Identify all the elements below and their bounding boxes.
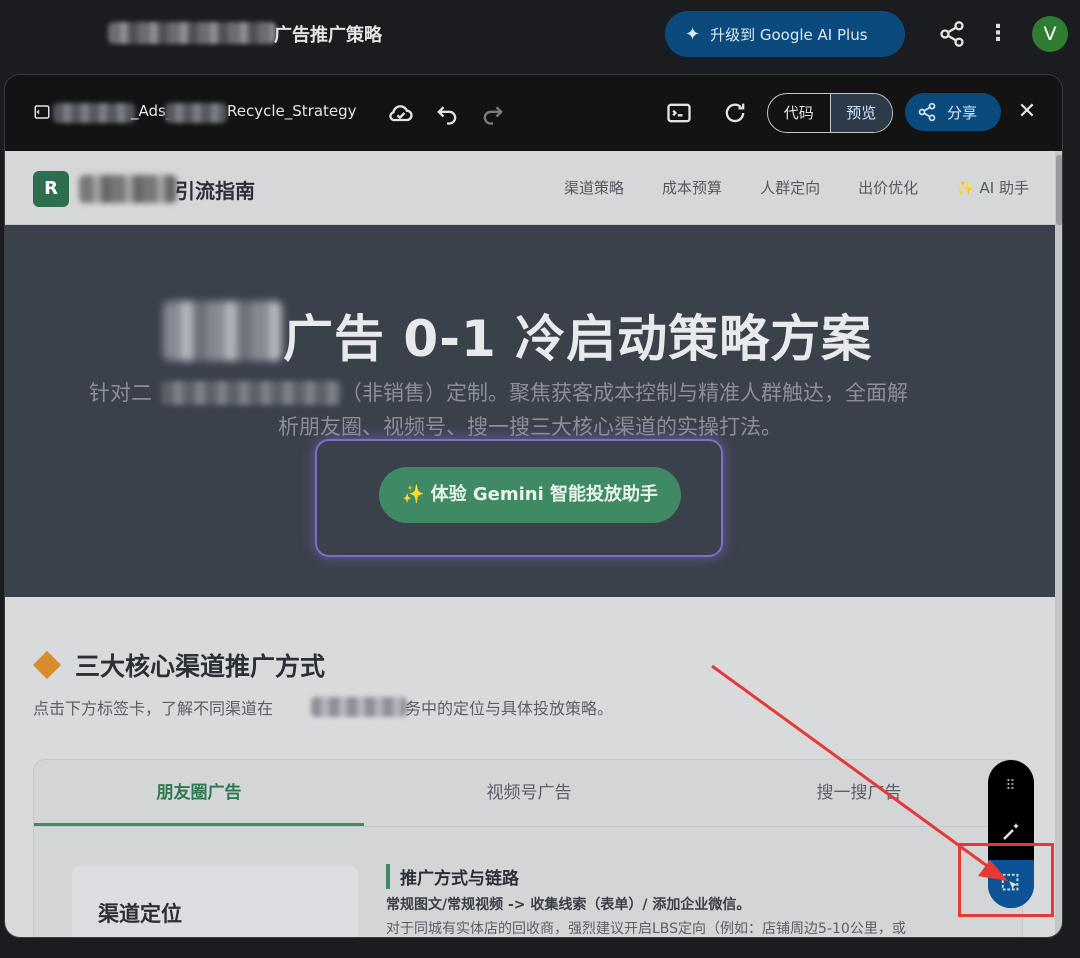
- tab-divider: [34, 826, 1024, 827]
- section-desc-part2: 务中的定位与具体投放策略。: [405, 699, 614, 718]
- top-bar: 广告推广策略 ✦ 升级到 Google AI Plus ⋮ V: [0, 0, 1080, 68]
- tab-channels-ads[interactable]: 视频号广告: [364, 760, 694, 826]
- site-title: 引流指南: [175, 179, 255, 203]
- code-preview-toggle: 代码 预览: [767, 93, 893, 133]
- canvas-toolbar: _Ads_ Recycle_Strategy 代码 预览 分享 ✕: [5, 75, 1062, 151]
- cloud-sync-icon[interactable]: [387, 99, 415, 127]
- undo-icon[interactable]: [433, 99, 461, 127]
- position-title: 渠道定位: [98, 902, 182, 926]
- redacted-hero-text: [163, 301, 283, 361]
- redacted-logo-text: [79, 175, 177, 203]
- hero-subtitle-line2: 析朋友圈、视频号、搜一搜三大核心渠道的实操打法。: [278, 415, 782, 439]
- nav-link-channel[interactable]: 渠道策略: [564, 177, 624, 198]
- channel-tabs-card: 朋友圈广告 视频号广告 搜一搜广告 渠道定位 推广方式与链路 常规图文/常规视频…: [33, 759, 1024, 937]
- tab-search-ads[interactable]: 搜一搜广告: [694, 760, 1024, 826]
- drag-handle-icon[interactable]: ⠿: [988, 778, 1034, 794]
- file-name-part2: Recycle_Strategy: [227, 102, 357, 120]
- nav-link-targeting[interactable]: 人群定向: [760, 177, 820, 198]
- share-label: 分享: [947, 103, 978, 122]
- site-logo[interactable]: R: [33, 171, 69, 207]
- nav-link-bidding[interactable]: 出价优化: [858, 177, 918, 198]
- diamond-icon: [32, 650, 62, 680]
- canvas-panel: _Ads_ Recycle_Strategy 代码 预览 分享 ✕ R 引流指南…: [4, 74, 1063, 938]
- magic-wand-icon[interactable]: [999, 820, 1023, 844]
- more-options-icon[interactable]: ⋮: [986, 20, 1010, 48]
- section-title-text: 三大核心渠道推广方式: [75, 652, 326, 681]
- code-file-icon: [34, 105, 50, 119]
- tab-moments-ads[interactable]: 朋友圈广告: [34, 760, 364, 826]
- gemini-assistant-button[interactable]: ✨ 体验 Gemini 智能投放助手: [379, 467, 681, 523]
- close-icon[interactable]: ✕: [1015, 97, 1039, 127]
- section-desc-part1: 点击下方标签卡，了解不同渠道在: [33, 699, 274, 718]
- nav-link-budget[interactable]: 成本预算: [662, 177, 722, 198]
- redacted-subtitle-text: [161, 381, 341, 405]
- hero-subtitle-part1: 针对二: [89, 381, 152, 405]
- web-preview: R 引流指南 渠道策略 成本预算 人群定向 出价优化 ✨ AI 助手 广告 0-…: [5, 151, 1055, 937]
- redacted-filename-part: [53, 103, 135, 123]
- annotation-highlight-box: [958, 843, 1054, 917]
- refresh-icon[interactable]: [721, 99, 749, 127]
- share-icon: [918, 102, 936, 122]
- preview-scrollbar[interactable]: [1055, 151, 1062, 937]
- hero-section: 广告 0-1 冷启动策略方案 针对二 （非销售）定制。聚焦获客成本控制与精准人群…: [5, 225, 1055, 597]
- nav-link-ai-assistant[interactable]: ✨ AI 助手: [956, 177, 1029, 198]
- conversation-title[interactable]: 广告推广策略: [274, 21, 382, 47]
- channel-position-card: 渠道定位: [72, 866, 358, 937]
- hero-subtitle-part2: （非销售）定制。聚焦获客成本控制与精准人群触达，全面解: [341, 381, 908, 405]
- share-icon[interactable]: [938, 20, 966, 48]
- share-button[interactable]: 分享: [905, 93, 1001, 131]
- redacted-filename-part: [165, 103, 227, 123]
- scrollbar-thumb[interactable]: [1056, 155, 1062, 225]
- console-icon[interactable]: [665, 99, 693, 127]
- redo-icon[interactable]: [479, 99, 507, 127]
- preview-tab[interactable]: 预览: [829, 94, 892, 132]
- redacted-title-text: [108, 22, 276, 44]
- redacted-desc-text: [311, 697, 407, 717]
- detail-title: 推广方式与链路: [386, 864, 519, 889]
- hero-title: 广告 0-1 冷启动策略方案: [283, 310, 873, 368]
- detail-line2: 对于同城有实体店的回收商，强烈建议开启LBS定向（例如：店铺周边5-10公里，或: [386, 921, 906, 937]
- upgrade-label: 升级到 Google AI Plus: [710, 25, 868, 44]
- upgrade-button[interactable]: ✦ 升级到 Google AI Plus: [665, 11, 905, 57]
- site-nav-links: 渠道策略 成本预算 人群定向 出价优化 ✨ AI 助手: [564, 177, 1029, 198]
- sparkle-icon: ✦: [685, 23, 701, 45]
- site-navbar: R 引流指南 渠道策略 成本预算 人群定向 出价优化 ✨ AI 助手: [5, 151, 1055, 225]
- detail-line1: 常规图文/常规视频 -> 收集线索（表单）/ 添加企业微信。: [386, 897, 751, 913]
- section-title: 三大核心渠道推广方式: [32, 647, 326, 683]
- code-tab[interactable]: 代码: [768, 94, 830, 132]
- avatar[interactable]: V: [1032, 16, 1068, 52]
